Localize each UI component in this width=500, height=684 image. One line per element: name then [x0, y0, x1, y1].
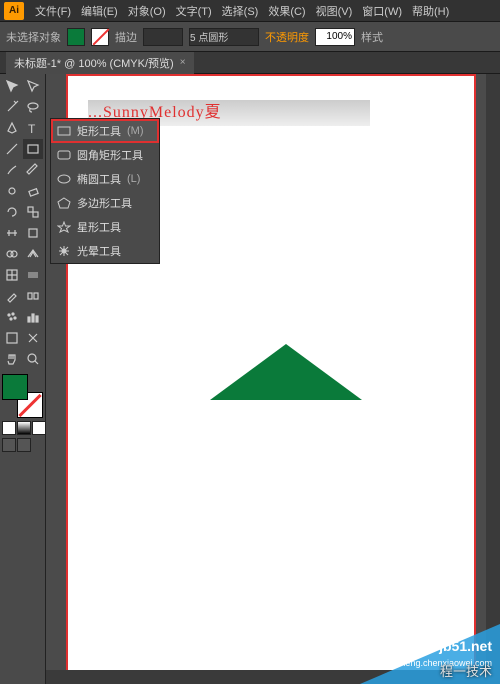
menu-file[interactable]: 文件(F)	[30, 3, 76, 19]
shape-tool-flyout: 矩形工具 (M) 圆角矩形工具 椭圆工具 (L) 多边形工具 星形工具 光晕工具	[50, 118, 160, 264]
magic-wand-tool[interactable]	[2, 97, 22, 117]
close-icon[interactable]: ×	[180, 57, 186, 68]
app-icon: Ai	[4, 2, 24, 20]
screen-mode-row	[2, 438, 43, 452]
opacity-label: 不透明度	[265, 29, 309, 45]
perspective-grid-tool[interactable]	[23, 244, 43, 264]
menu-select[interactable]: 选择(S)	[217, 3, 264, 19]
line-tool[interactable]	[2, 139, 22, 159]
star-icon	[57, 221, 71, 233]
flare-icon	[57, 245, 71, 257]
slice-tool[interactable]	[23, 328, 43, 348]
rotate-tool[interactable]	[2, 202, 22, 222]
flyout-item-key: (M)	[127, 125, 144, 137]
flyout-flare-tool[interactable]: 光晕工具	[51, 239, 159, 263]
no-selection-label: 未选择对象	[6, 29, 61, 45]
roundrect-icon	[57, 149, 71, 161]
flyout-ellipse-tool[interactable]: 椭圆工具 (L)	[51, 167, 159, 191]
menu-view[interactable]: 视图(V)	[311, 3, 358, 19]
eyedropper-tool[interactable]	[2, 286, 22, 306]
flyout-star-tool[interactable]: 星形工具	[51, 215, 159, 239]
document-tab-title: 未标题-1* @ 100% (CMYK/预览)	[14, 55, 174, 71]
menu-bar: Ai 文件(F) 编辑(E) 对象(O) 文字(T) 选择(S) 效果(C) 视…	[0, 0, 500, 22]
pen-tool[interactable]	[2, 118, 22, 138]
column-graph-tool[interactable]	[23, 307, 43, 327]
menu-type[interactable]: 文字(T)	[171, 3, 217, 19]
style-label: 样式	[361, 29, 383, 45]
flyout-polygon-tool[interactable]: 多边形工具	[51, 191, 159, 215]
flyout-item-label: 光晕工具	[77, 243, 121, 259]
triangle-shape	[210, 344, 362, 400]
fill-stroke-color[interactable]	[2, 374, 43, 418]
color-mode-gradient[interactable]	[17, 421, 31, 435]
color-mode-row	[2, 421, 46, 435]
screen-mode-full[interactable]	[17, 438, 31, 452]
type-tool[interactable]: T	[23, 118, 43, 138]
eraser-tool[interactable]	[23, 181, 43, 201]
symbol-sprayer-tool[interactable]	[2, 307, 22, 327]
color-mode-solid[interactable]	[2, 421, 16, 435]
mesh-tool[interactable]	[2, 265, 22, 285]
scrollbar-vertical[interactable]	[486, 74, 500, 684]
menu-help[interactable]: 帮助(H)	[407, 3, 454, 19]
document-tab-bar: 未标题-1* @ 100% (CMYK/预览) ×	[0, 52, 500, 74]
stroke-weight-input[interactable]	[143, 28, 183, 46]
flyout-rounded-rectangle-tool[interactable]: 圆角矩形工具	[51, 143, 159, 167]
rectangle-tool[interactable]	[23, 139, 43, 159]
flyout-item-label: 星形工具	[77, 219, 121, 235]
toolbar: T	[0, 74, 46, 684]
options-bar: 未选择对象 描边 5 点圆形 不透明度 样式	[0, 22, 500, 52]
selection-tool[interactable]	[2, 76, 22, 96]
menu-effect[interactable]: 效果(C)	[263, 3, 310, 19]
blob-brush-tool[interactable]	[2, 181, 22, 201]
free-transform-tool[interactable]	[23, 223, 43, 243]
flyout-item-key: (L)	[127, 173, 140, 185]
shape-builder-tool[interactable]	[2, 244, 22, 264]
polygon-icon	[57, 197, 71, 209]
flyout-item-label: 椭圆工具	[77, 171, 121, 187]
hand-tool[interactable]	[2, 349, 22, 369]
menu-edit[interactable]: 编辑(E)	[76, 3, 123, 19]
scale-tool[interactable]	[23, 202, 43, 222]
flyout-rectangle-tool[interactable]: 矩形工具 (M)	[51, 119, 159, 143]
zoom-tool[interactable]	[23, 349, 43, 369]
gradient-tool[interactable]	[23, 265, 43, 285]
stroke-swatch[interactable]	[91, 28, 109, 46]
blend-tool[interactable]	[23, 286, 43, 306]
paintbrush-tool[interactable]	[2, 160, 22, 180]
rect-icon	[57, 125, 71, 137]
ellipse-icon	[57, 173, 71, 185]
width-tool[interactable]	[2, 223, 22, 243]
document-tab[interactable]: 未标题-1* @ 100% (CMYK/预览) ×	[6, 52, 194, 74]
menu-object[interactable]: 对象(O)	[123, 3, 171, 19]
fill-color-icon[interactable]	[2, 374, 28, 400]
flyout-item-label: 矩形工具	[77, 123, 121, 139]
lasso-tool[interactable]	[23, 97, 43, 117]
stroke-label: 描边	[115, 29, 137, 45]
brush-select[interactable]: 5 点圆形	[189, 28, 259, 46]
fill-swatch[interactable]	[67, 28, 85, 46]
flyout-item-label: 多边形工具	[77, 195, 132, 211]
artboard-tool[interactable]	[2, 328, 22, 348]
color-mode-none[interactable]	[32, 421, 46, 435]
svg-text:T: T	[28, 122, 36, 135]
opacity-input[interactable]	[315, 28, 355, 46]
pencil-tool[interactable]	[23, 160, 43, 180]
screen-mode-normal[interactable]	[2, 438, 16, 452]
scrollbar-horizontal[interactable]	[46, 670, 500, 684]
direct-selection-tool[interactable]	[23, 76, 43, 96]
flyout-item-label: 圆角矩形工具	[77, 147, 143, 163]
menu-window[interactable]: 窗口(W)	[357, 3, 407, 19]
